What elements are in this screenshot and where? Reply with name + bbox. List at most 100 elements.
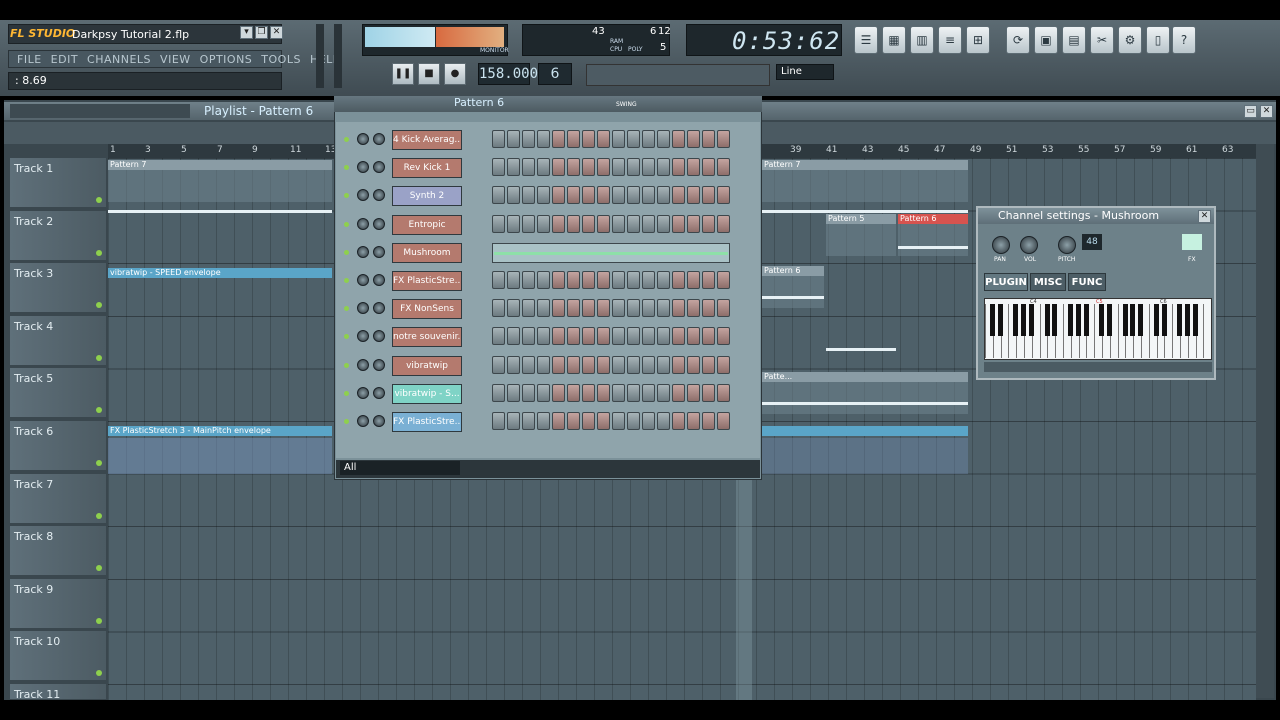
channel-mute-led[interactable] <box>344 362 349 368</box>
step-button[interactable] <box>582 383 595 402</box>
step-button[interactable] <box>582 158 595 177</box>
step-button[interactable] <box>687 271 700 289</box>
reset-icon[interactable]: ⟳ <box>1006 26 1030 54</box>
step-button[interactable] <box>582 327 595 346</box>
step-button[interactable] <box>507 158 520 177</box>
record-options-panel[interactable] <box>586 64 770 86</box>
channel-pan-knob[interactable] <box>357 386 369 399</box>
step-button[interactable] <box>627 412 640 430</box>
fx-channel-display[interactable]: 48 <box>1082 234 1102 250</box>
step-button[interactable] <box>627 299 640 318</box>
step-button[interactable] <box>522 271 535 289</box>
channel-volume-knob[interactable] <box>373 274 385 286</box>
step-button[interactable] <box>687 214 700 233</box>
step-button[interactable] <box>642 158 655 177</box>
channel-pan-knob[interactable] <box>357 415 369 427</box>
track-header[interactable]: Track 6 <box>10 421 106 471</box>
step-button[interactable] <box>672 412 685 430</box>
step-button[interactable] <box>552 158 565 177</box>
channel-mute-led[interactable] <box>344 249 349 255</box>
step-sequencer-icon[interactable]: ▦ <box>882 26 906 54</box>
step-button[interactable] <box>642 355 655 374</box>
playlist-icon[interactable]: ☰ <box>854 26 878 54</box>
playlist-vertical-scrollbar[interactable] <box>1256 144 1274 698</box>
track-mute-led[interactable] <box>96 670 102 677</box>
step-button[interactable] <box>537 214 550 233</box>
step-button[interactable] <box>642 327 655 346</box>
channel-button[interactable]: FX NonSens <box>392 299 462 320</box>
step-button[interactable] <box>687 355 700 374</box>
step-button[interactable] <box>522 214 535 233</box>
step-button[interactable] <box>597 327 610 346</box>
step-button[interactable] <box>642 299 655 318</box>
step-button[interactable] <box>702 383 715 402</box>
black-key[interactable] <box>1052 304 1058 336</box>
step-button[interactable] <box>492 327 505 346</box>
step-button[interactable] <box>687 158 700 177</box>
step-button[interactable] <box>597 186 610 205</box>
black-key[interactable] <box>990 304 995 336</box>
step-button[interactable] <box>657 299 670 318</box>
track-mute-led[interactable] <box>96 407 102 414</box>
step-button[interactable] <box>507 186 520 205</box>
step-button[interactable] <box>672 299 685 318</box>
step-button[interactable] <box>537 130 550 148</box>
step-button[interactable] <box>507 214 520 233</box>
step-button[interactable] <box>522 299 535 318</box>
step-button[interactable] <box>672 158 685 177</box>
step-button[interactable] <box>537 412 550 430</box>
tools-icon[interactable]: ⚙ <box>1118 26 1142 54</box>
channel-pan-knob[interactable] <box>357 358 369 371</box>
pan-knob[interactable] <box>992 236 1010 254</box>
step-button[interactable] <box>612 383 625 402</box>
step-button[interactable] <box>537 158 550 177</box>
step-button[interactable] <box>687 412 700 430</box>
step-button[interactable] <box>537 186 550 205</box>
step-button[interactable] <box>582 271 595 289</box>
step-button[interactable] <box>567 383 580 402</box>
step-button[interactable] <box>627 214 640 233</box>
step-button[interactable] <box>627 383 640 402</box>
step-button[interactable] <box>717 412 730 430</box>
step-button[interactable] <box>612 186 625 205</box>
channel-filter-select[interactable]: All <box>340 461 460 475</box>
pause-button[interactable]: ❚❚ <box>392 63 414 85</box>
snap-selector[interactable]: Line <box>776 64 834 80</box>
pattern-clip[interactable]: Pattern 7 <box>762 160 968 202</box>
step-button[interactable] <box>627 355 640 374</box>
channel-volume-knob[interactable] <box>373 133 385 145</box>
channel-pan-knob[interactable] <box>357 217 369 230</box>
step-button[interactable] <box>717 158 730 177</box>
step-button[interactable] <box>492 299 505 318</box>
step-button[interactable] <box>492 412 505 430</box>
step-button[interactable] <box>597 158 610 177</box>
close-icon[interactable]: ✕ <box>1260 105 1273 118</box>
mixer-icon[interactable]: ⊞ <box>966 26 990 54</box>
automation-clip[interactable] <box>762 426 968 436</box>
channel-volume-knob[interactable] <box>373 217 385 230</box>
step-button[interactable] <box>582 130 595 148</box>
step-button[interactable] <box>567 299 580 318</box>
step-sequencer-titlebar[interactable] <box>334 96 762 112</box>
step-button[interactable] <box>567 186 580 205</box>
track-header[interactable]: Track 10 <box>10 631 106 682</box>
step-button[interactable] <box>702 186 715 205</box>
channel-button[interactable]: Rev Kick 1 <box>392 158 462 179</box>
step-button[interactable] <box>627 130 640 148</box>
step-button[interactable] <box>687 383 700 402</box>
step-button[interactable] <box>702 158 715 177</box>
black-key[interactable] <box>1068 304 1073 336</box>
step-button[interactable] <box>672 186 685 205</box>
channel-mute-led[interactable] <box>344 419 349 424</box>
step-button[interactable] <box>567 271 580 289</box>
step-button[interactable] <box>642 271 655 289</box>
step-button[interactable] <box>597 412 610 430</box>
step-button[interactable] <box>552 214 565 233</box>
step-button[interactable] <box>552 299 565 318</box>
step-button[interactable] <box>582 412 595 430</box>
step-button[interactable] <box>672 214 685 233</box>
step-button[interactable] <box>567 158 580 177</box>
step-button[interactable] <box>642 130 655 148</box>
track-mute-led[interactable] <box>96 197 102 203</box>
channel-button[interactable]: FX PlasticStre... <box>392 271 462 291</box>
